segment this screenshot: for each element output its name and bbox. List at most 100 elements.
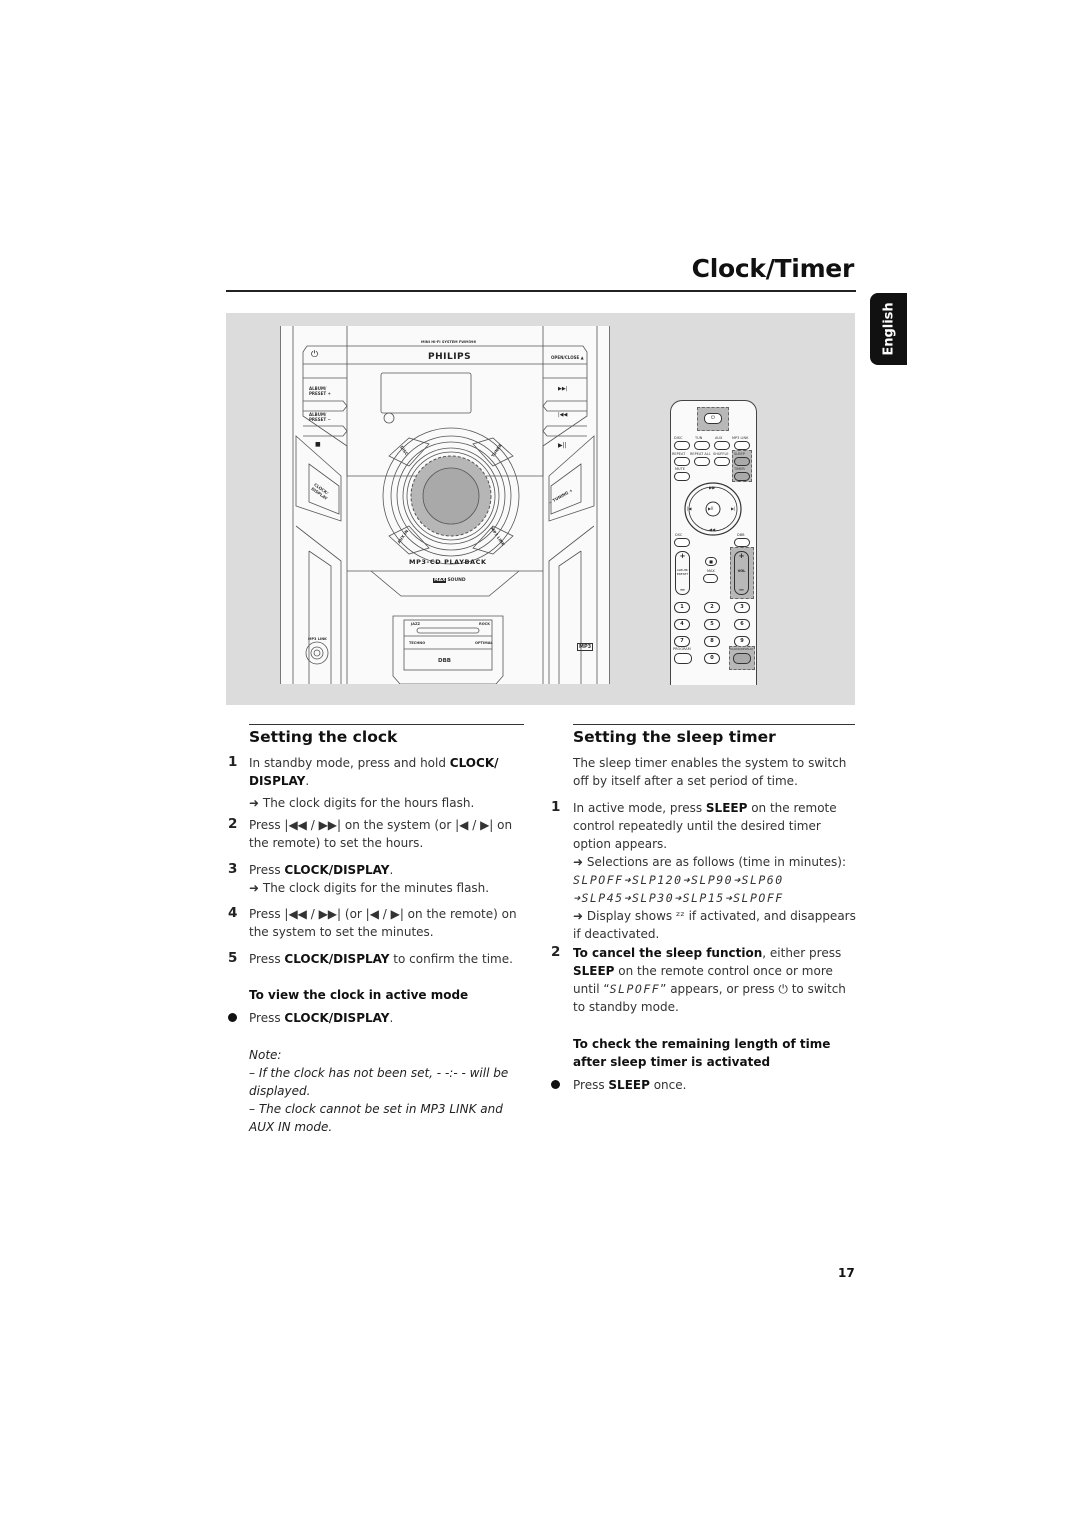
lcd-text: SLPOFF [609, 982, 661, 996]
step-result: ➜ The clock digits for the minutes flash… [249, 881, 490, 895]
remote-digit-5[interactable]: 5 [704, 619, 720, 630]
selections-intro: ➜ Selections are as follows (time in min… [573, 855, 846, 869]
remote-clock-display-button[interactable] [733, 653, 751, 664]
remote-album-preset-rocker[interactable]: + ALBUM/ PRESET − [675, 551, 690, 595]
album-preset-plus[interactable]: + [676, 552, 689, 560]
remote-label-clock-display: CLOCK/DISPLAY [730, 647, 754, 651]
remote-volume-rocker[interactable]: + VOL − [734, 551, 749, 595]
remote-label-dbb: DBB [737, 533, 745, 537]
remote-label-tun: TUN [695, 436, 703, 440]
remote-repeat-button[interactable] [674, 457, 690, 466]
jazz-label: JAZZ [411, 622, 421, 626]
remote-label-disc: DISC [674, 436, 683, 440]
clock-step-3: Press CLOCK/DISPLAY. ➜ The clock digits … [249, 861, 529, 897]
remote-label-shuffle: SHUFFLE [713, 452, 729, 456]
remote-label-aux: AUX [715, 436, 723, 440]
button-name: CLOCK/DISPLAY [284, 1011, 390, 1025]
brand-logo: PHILIPS [428, 352, 472, 362]
note-label: Note: [249, 1048, 282, 1062]
page-number: 17 [838, 1266, 855, 1280]
power-icon[interactable]: ⏻ [311, 350, 318, 360]
instruction-bold: To cancel the sleep function [573, 946, 763, 960]
remote-aux-button[interactable] [714, 441, 730, 450]
remote-mp3link-button[interactable] [734, 441, 750, 450]
remaining-time-heading: To check the remaining length of time af… [573, 1037, 831, 1069]
bullet-icon [228, 1013, 237, 1022]
title-rule [226, 290, 856, 292]
remote-program-button[interactable] [674, 653, 692, 664]
remote-digit-1[interactable]: 1 [674, 602, 690, 613]
remote-standby-button[interactable]: ⏻ [704, 413, 722, 424]
remote-digit-6[interactable]: 6 [734, 619, 750, 630]
remote-stop-button[interactable]: ■ [705, 557, 717, 566]
remote-digit-8[interactable]: 8 [704, 636, 720, 647]
active-mode-instruction: Press CLOCK/DISPLAY. [249, 1009, 393, 1027]
button-name: SLEEP [573, 964, 615, 978]
remote-repeat-all-button[interactable] [694, 457, 710, 466]
previous-button[interactable]: |◀◀ [558, 412, 567, 418]
play-pause-button[interactable]: ▶|| [558, 442, 567, 449]
remote-play-pause-button[interactable]: ▶II [708, 506, 713, 511]
note-item: – The clock cannot be set in MP3 LINK an… [249, 1102, 503, 1134]
step-number: 5 [228, 950, 238, 966]
clock-step-1: In standby mode, press and hold CLOCK/ D… [249, 754, 529, 812]
volume-label: VOL [737, 569, 746, 573]
remote-tuner-button[interactable] [694, 441, 710, 450]
remote-fast-forward-button[interactable]: ▶▶ [709, 485, 715, 490]
remote-mute-button[interactable] [674, 472, 690, 481]
album-preset-plus-button[interactable]: ALBUM/ PRESET + [309, 386, 339, 396]
remote-next-button[interactable]: ▶| [731, 506, 735, 511]
remote-label-repeat: REPEAT [672, 452, 686, 456]
note-block: Note: – If the clock has not been set, -… [249, 1046, 524, 1136]
model-label: MINI HI-FI SYSTEM FWM396 [421, 340, 476, 344]
button-name: CLOCK/DISPLAY [284, 863, 390, 877]
remote-shuffle-button[interactable] [714, 457, 730, 466]
volume-minus[interactable]: − [735, 586, 748, 594]
step-text: Press [573, 1078, 609, 1092]
remote-sleep-button[interactable] [734, 457, 750, 466]
remote-label-mute: MUTE [675, 467, 685, 471]
stop-button[interactable]: ■ [315, 441, 321, 448]
sleep-option: SLP120 [631, 873, 683, 887]
remote-control: ⏻ DISC TUN AUX MP3 LINK REPEAT REPEAT AL… [670, 400, 757, 685]
step-number: 1 [551, 799, 561, 815]
sleep-selections-sequence: SLPOFF➜SLP120➜SLP90➜SLP60 ➜SLP45➜SLP30➜SL… [573, 873, 784, 905]
sleep-step-2: To cancel the sleep function, either pre… [573, 944, 858, 1016]
remaining-time-instruction: Press SLEEP once. [573, 1076, 686, 1094]
remote-digit-0[interactable]: 0 [704, 653, 720, 664]
remote-disc-select-button[interactable] [674, 538, 690, 547]
remote-digit-4[interactable]: 4 [674, 619, 690, 630]
step-result: ➜ The clock digits for the hours flash. [249, 796, 475, 810]
section-rule-clock [249, 724, 524, 725]
step-text: Press [249, 1011, 285, 1025]
remote-previous-button[interactable]: |◀ [687, 506, 691, 511]
remote-disc-button[interactable] [674, 441, 690, 450]
sleep-option: SLPOFF [573, 873, 624, 887]
sleep-option: SLPOFF [733, 891, 784, 905]
next-button[interactable]: ▶▶| [558, 386, 567, 392]
button-name: SLEEP [705, 801, 748, 815]
remote-timer-button[interactable] [734, 472, 750, 481]
sleep-timer-heading: Setting the sleep timer [573, 728, 776, 746]
remote-digit-7[interactable]: 7 [674, 636, 690, 647]
setting-clock-heading: Setting the clock [249, 728, 398, 746]
optimal-label: OPTIMAL [475, 641, 493, 645]
remote-rewind-button[interactable]: ◀◀ [709, 527, 715, 532]
remote-label-mp3link: MP3 LINK [732, 436, 749, 440]
remote-label-max: MAX [707, 569, 715, 573]
album-preset-minus-button[interactable]: ALBUM/ PRESET − [309, 412, 339, 422]
album-preset-minus[interactable]: − [676, 586, 689, 594]
remote-digit-2[interactable]: 2 [704, 602, 720, 613]
stereo-outline [292, 326, 598, 684]
remote-max-button[interactable] [703, 574, 718, 583]
open-close-button[interactable]: OPEN/CLOSE ▲ [551, 355, 584, 360]
step-text: Press [249, 952, 285, 966]
dbb-button[interactable]: DBB [438, 658, 451, 664]
mp3-cd-playback-label: MP3-CD PLAYBACK [409, 558, 487, 566]
remote-dbb-button[interactable] [734, 538, 750, 547]
remote-digit-3[interactable]: 3 [734, 602, 750, 613]
bullet-icon [551, 1080, 560, 1089]
volume-plus[interactable]: + [735, 552, 748, 560]
clock-step-2: Press |◀◀ / ▶▶| on the system (or |◀ / ▶… [249, 818, 513, 850]
section-rule-sleep [573, 724, 855, 725]
